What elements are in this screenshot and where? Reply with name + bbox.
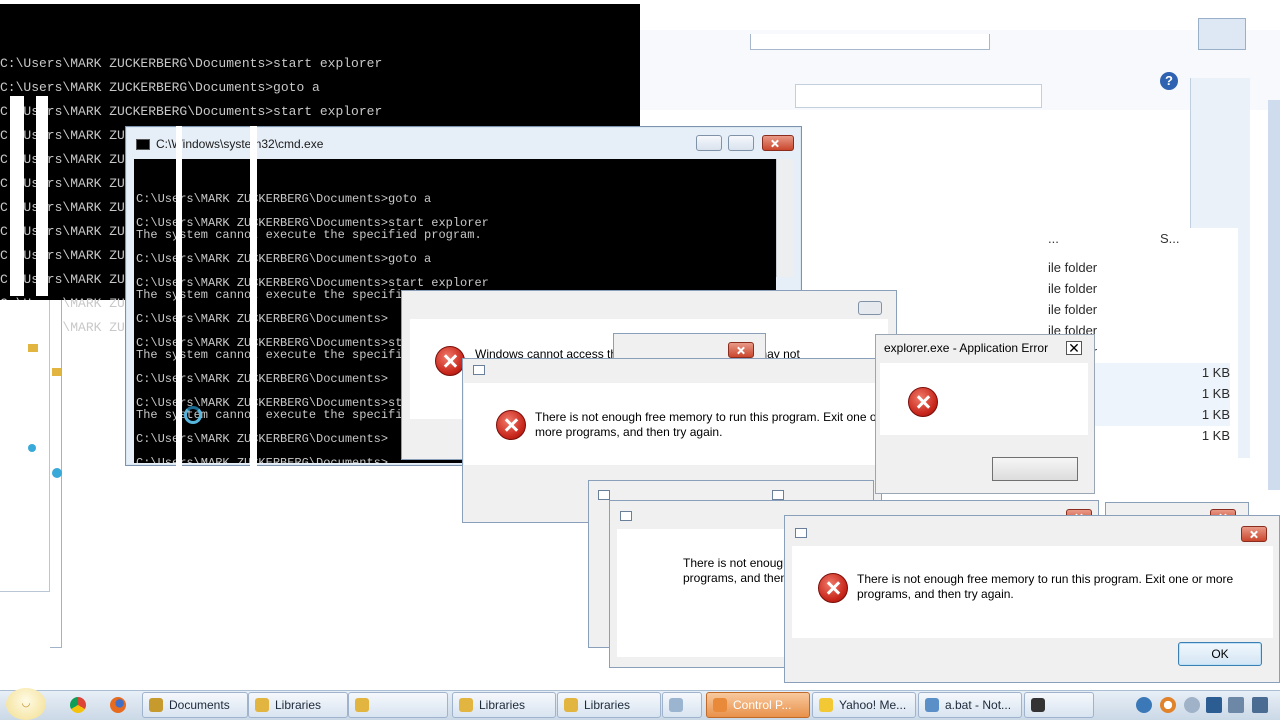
explorer-top-right-corner	[1198, 18, 1246, 50]
error-icon	[818, 573, 848, 603]
error-icon	[496, 410, 526, 440]
taskbar-button[interactable]	[1024, 692, 1094, 718]
file-size: 1 KB	[1201, 386, 1230, 401]
app-icon	[669, 698, 683, 712]
folder-icon	[52, 368, 61, 376]
start-button[interactable]: ◡	[6, 688, 46, 720]
taskbar-button-label: Yahoo! Me...	[839, 698, 907, 712]
app-icon	[819, 698, 833, 712]
taskbar-button-label: Libraries	[479, 698, 526, 712]
loading-cursor-icon	[184, 406, 202, 424]
minimize-button[interactable]	[696, 135, 722, 151]
dialog-message: There is not enough free memory to run t…	[535, 410, 881, 439]
white-streak	[36, 96, 48, 296]
file-row[interactable]: ile folder	[1048, 279, 1230, 300]
taskbar-button[interactable]	[348, 692, 448, 718]
explorer-address-bar[interactable]	[750, 34, 990, 50]
window-icon	[795, 528, 807, 538]
left-panel-strip	[0, 300, 50, 592]
taskbar-button[interactable]: Libraries	[557, 692, 661, 718]
console-line: C:\Users\MARK ZUCKERBERG\Documents>start…	[0, 104, 383, 119]
file-name: ile folder	[1048, 260, 1098, 275]
console-line: C:\Users\MARK ZUCKERBERG\Documents>goto …	[0, 80, 320, 95]
column-header-name[interactable]: ...	[1048, 231, 1059, 246]
globe-icon	[52, 468, 62, 478]
explorer-search-box[interactable]	[795, 84, 1042, 108]
file-row[interactable]: ile folder	[1048, 258, 1230, 279]
explorer-window-frame-right-edge	[1268, 100, 1280, 490]
window-icon	[598, 490, 610, 500]
close-button[interactable]	[1241, 526, 1267, 542]
maximize-button[interactable]	[728, 135, 754, 151]
app-icon	[255, 698, 269, 712]
file-size: 1 KB	[1201, 365, 1230, 380]
dialog-application-error[interactable]: explorer.exe - Application Error ✕	[875, 334, 1095, 494]
app-icon	[1031, 698, 1045, 712]
close-button[interactable]	[762, 135, 794, 151]
console-line: C:\Users\MARK ZUCKERBERG\Documents>goto …	[136, 192, 432, 206]
file-row[interactable]: ile folder	[1048, 300, 1230, 321]
cmd-scrollbar[interactable]	[776, 159, 794, 277]
window-icon	[620, 511, 632, 521]
white-streak	[176, 126, 182, 466]
dialog-not-enough-memory-front[interactable]: There is not enough free memory to run t…	[784, 515, 1280, 683]
dialog-message: There is not enough free memory to run t…	[857, 572, 1234, 601]
search-icon[interactable]	[1160, 697, 1176, 713]
close-button[interactable]	[858, 301, 882, 315]
file-size: 1 KB	[1201, 407, 1230, 422]
taskbar-button[interactable]: Control P...	[706, 692, 810, 718]
taskbar-button[interactable]: Yahoo! Me...	[812, 692, 916, 718]
help-icon[interactable]: ?	[1160, 72, 1178, 90]
file-size: 1 KB	[1201, 428, 1230, 443]
dialog-title: explorer.exe - Application Error	[884, 341, 1049, 355]
taskbar-button[interactable]: Libraries	[248, 692, 348, 718]
window-icon	[772, 490, 784, 500]
console-line: C:\Users\MARK ZUCKERBERG\Documents>goto …	[136, 252, 432, 266]
white-streak	[10, 96, 24, 296]
file-name: ile folder	[1048, 281, 1098, 296]
taskbar-button[interactable]: Documents	[142, 692, 248, 718]
display-icon[interactable]	[1206, 697, 1222, 713]
folder-icon	[28, 344, 38, 352]
taskbar-button[interactable]	[662, 692, 702, 718]
window-icon	[473, 365, 485, 375]
flag-icon[interactable]	[1228, 697, 1244, 713]
taskbar-button-label: Control P...	[733, 698, 792, 712]
taskbar-button-label: Documents	[169, 698, 230, 712]
app-icon	[459, 698, 473, 712]
taskbar-button-label: Libraries	[584, 698, 631, 712]
cmd-title-icon	[136, 139, 150, 150]
ok-button[interactable]	[992, 457, 1078, 481]
globe-icon	[28, 444, 36, 452]
console-line: C:\Users\MARK ZUCKERBERG\Documents>start…	[0, 56, 383, 71]
white-streak	[250, 126, 257, 466]
network-icon[interactable]	[1136, 697, 1152, 713]
taskbar-button[interactable]: a.bat - Not...	[918, 692, 1022, 718]
app-icon	[564, 698, 578, 712]
taskbar-button-label: Libraries	[275, 698, 322, 712]
close-button[interactable]	[728, 342, 754, 358]
ok-button[interactable]: OK	[1178, 642, 1262, 666]
console-line: The system cannot execute the specified …	[136, 228, 482, 242]
app-icon	[149, 698, 163, 712]
file-name: ile folder	[1048, 302, 1098, 317]
error-icon	[435, 346, 465, 376]
firefox-icon[interactable]	[110, 697, 126, 713]
close-icon[interactable]: ✕	[1066, 341, 1082, 355]
volume-icon[interactable]	[1252, 697, 1268, 713]
smiley-icon: ◡	[21, 698, 31, 709]
taskbar-button[interactable]: Libraries	[452, 692, 556, 718]
chrome-icon[interactable]	[70, 697, 86, 713]
taskbar-button-label: a.bat - Not...	[945, 698, 1012, 712]
minus-icon[interactable]	[1184, 697, 1200, 713]
error-icon	[908, 387, 938, 417]
app-icon	[925, 698, 939, 712]
column-header-size[interactable]: S...	[1160, 231, 1180, 246]
app-icon	[713, 698, 727, 712]
app-icon	[355, 698, 369, 712]
